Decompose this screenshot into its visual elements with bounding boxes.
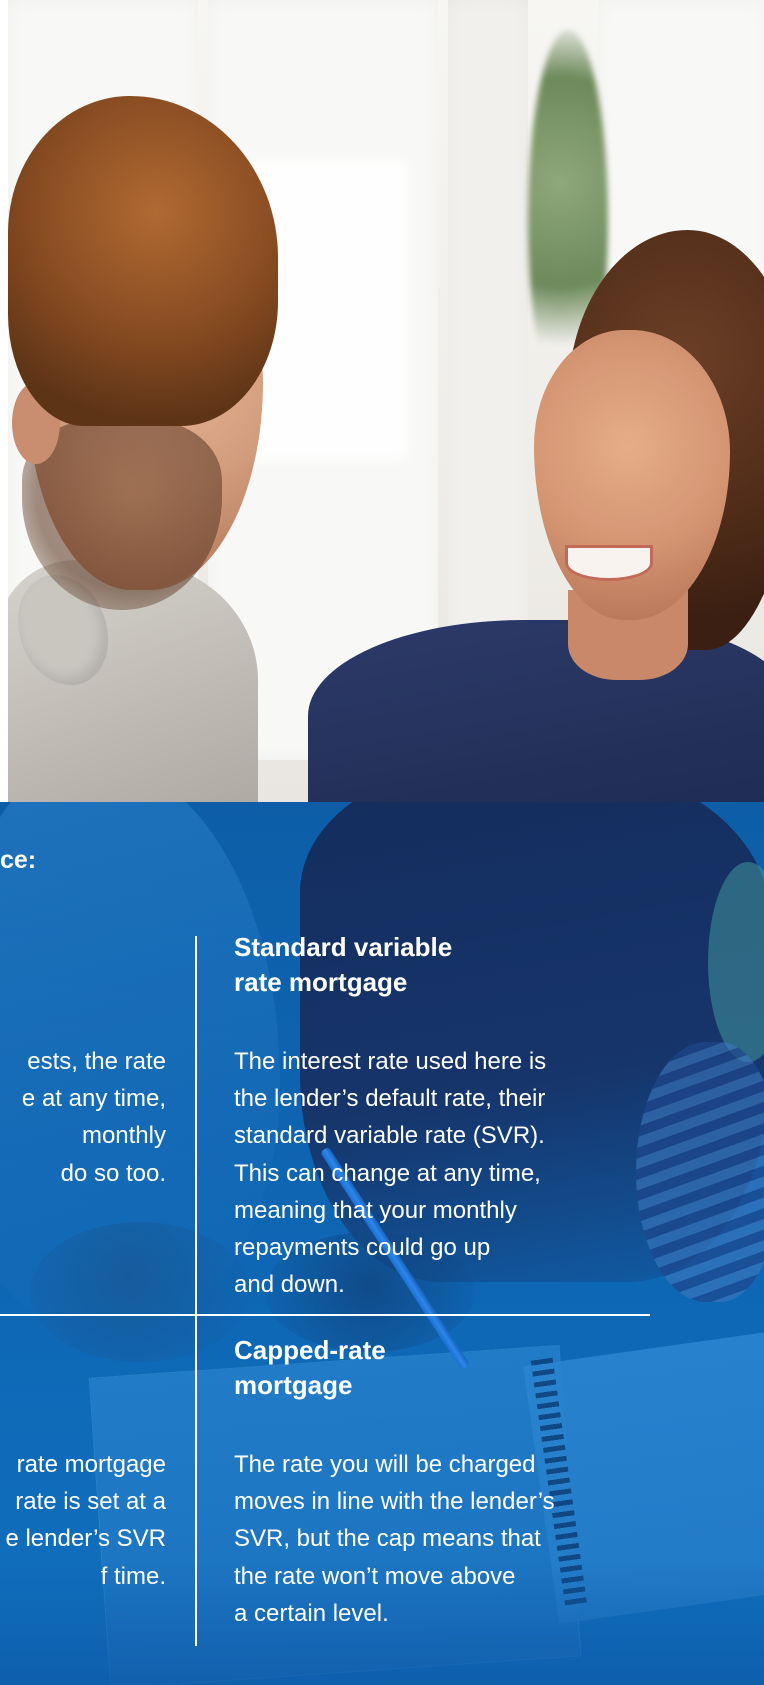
page-canvas: ce: ests, the rate e at any time, monthl…: [0, 0, 764, 1685]
body-line: ests, the rate: [27, 1048, 166, 1075]
man-hand: [30, 1222, 250, 1362]
row-divider: [0, 1314, 650, 1316]
couple-photo: [8, 0, 764, 802]
left-bottom-body: rate mortgage rate is set at a e lender’…: [5, 1446, 166, 1595]
heading-line: Standard variable: [234, 932, 453, 962]
body-line: The interest rate used here is: [234, 1048, 547, 1075]
body-line: rate mortgage: [16, 1451, 166, 1478]
left-top-body: ests, the rate e at any time, monthly do…: [22, 1043, 166, 1192]
body-line: standard variable rate (SVR).: [234, 1122, 545, 1150]
body-line: SVR, but the cap means that: [234, 1525, 541, 1553]
body-line: rate is set at a: [15, 1488, 166, 1516]
body-line: moves in line with the lender’s: [234, 1488, 555, 1516]
body-line: e at any time,: [21, 1085, 166, 1113]
heading-line: Capped-rate: [234, 1335, 386, 1365]
body-line: the rate won’t move above: [234, 1562, 516, 1590]
body-line: the lender’s default rate, their: [234, 1085, 546, 1113]
heading-line: rate mortgage: [234, 967, 408, 997]
body-line: meaning that your monthly: [234, 1196, 517, 1224]
body-line: This can change at any time,: [234, 1159, 541, 1187]
body-line: do so too.: [60, 1159, 166, 1187]
body-line: monthly: [81, 1122, 166, 1150]
section-title: ce:: [0, 846, 37, 874]
capped-rate-heading: Capped-rate mortgage: [234, 1333, 386, 1403]
body-line: and down.: [234, 1271, 345, 1299]
heading-line: mortgage: [234, 1370, 353, 1400]
body-line: a certain level.: [234, 1599, 389, 1627]
body-line: The rate you will be charged: [234, 1451, 536, 1478]
body-line: repayments could go up: [234, 1234, 491, 1262]
body-line: e lender’s SVR: [5, 1525, 166, 1553]
standard-variable-body: The interest rate used here is the lende…: [234, 1043, 546, 1303]
column-divider: [195, 936, 197, 1646]
body-line: f time.: [100, 1562, 166, 1590]
child-striped-sleeve: [636, 1042, 764, 1302]
capped-rate-body: The rate you will be charged moves in li…: [234, 1446, 555, 1632]
woman-smile: [568, 548, 650, 578]
standard-variable-heading: Standard variable rate mortgage: [234, 930, 452, 1000]
